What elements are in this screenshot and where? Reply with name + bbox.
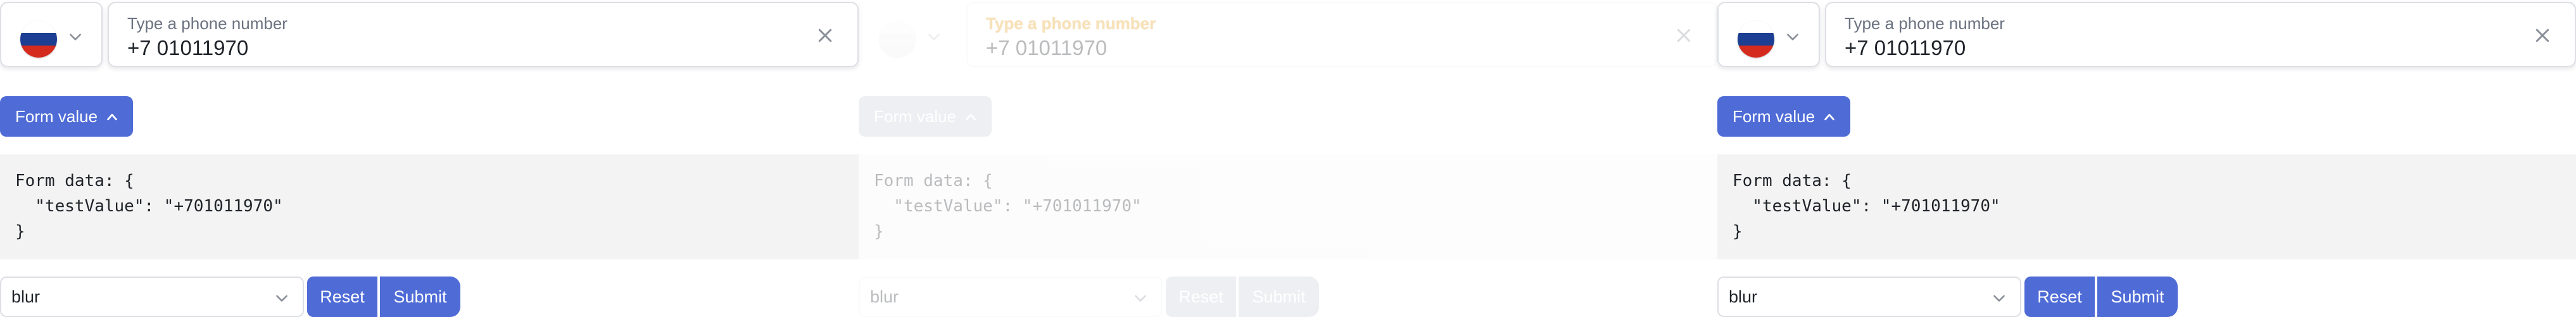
update-mode-select[interactable]: blur: [0, 277, 304, 317]
form-value-label: Form value: [874, 106, 957, 126]
form-value-toggle-button[interactable]: Form value: [859, 96, 992, 137]
code-line: }: [15, 222, 25, 241]
code-line: "testValue": "+701011970": [1733, 197, 2000, 216]
phone-form-panel-1: Type a phone number Form value Form data…: [0, 0, 859, 317]
close-icon[interactable]: [1674, 26, 1693, 45]
russia-flag-icon: [1738, 21, 1774, 58]
code-line: }: [874, 222, 884, 241]
chevron-up-icon: [1824, 113, 1834, 121]
phone-label: Type a phone number: [986, 14, 1156, 33]
form-data-code-block: Form data: { "testValue": "+701011970" }: [1717, 154, 2576, 259]
form-value-toggle-button[interactable]: Form value: [1717, 96, 1850, 137]
form-value-label: Form value: [15, 106, 98, 126]
submit-button[interactable]: Submit: [2097, 277, 2178, 317]
chevron-down-icon: [70, 34, 81, 40]
phone-field[interactable]: Type a phone number: [1825, 2, 2576, 67]
chevron-up-icon: [107, 113, 117, 121]
code-line: Form data: {: [1733, 171, 1852, 190]
phone-input[interactable]: [986, 36, 1556, 60]
phone-label: Type a phone number: [127, 14, 287, 33]
submit-button[interactable]: Submit: [380, 277, 460, 317]
reset-button[interactable]: Reset: [1166, 277, 1236, 317]
phone-field[interactable]: Type a phone number: [966, 2, 1717, 67]
reset-button[interactable]: Reset: [2024, 277, 2095, 317]
update-mode-select[interactable]: blur: [859, 277, 1163, 317]
russia-flag-icon: [20, 21, 57, 58]
chevron-down-icon: [276, 295, 287, 302]
code-line: "testValue": "+701011970": [15, 197, 283, 216]
country-select-button[interactable]: [859, 2, 961, 67]
phone-form-panel-3: Type a phone number Form value Form data…: [1717, 0, 2576, 317]
form-data-code-block: Form data: { "testValue": "+701011970" }: [859, 154, 1717, 259]
select-value: blur: [1729, 287, 1758, 306]
form-value-toggle-button[interactable]: Form value: [0, 96, 133, 137]
form-data-code-block: Form data: { "testValue": "+701011970" }: [0, 154, 859, 259]
chevron-down-icon: [928, 34, 940, 40]
chevron-down-icon: [1993, 295, 2005, 302]
form-value-label: Form value: [1733, 106, 1815, 126]
submit-button[interactable]: Submit: [1239, 277, 1319, 317]
select-value: blur: [870, 287, 899, 306]
phone-form-panel-2: Type a phone number Form value Form data…: [859, 0, 1717, 317]
update-mode-select[interactable]: blur: [1717, 277, 2021, 317]
code-line: "testValue": "+701011970": [874, 197, 1142, 216]
code-line: }: [1733, 222, 1743, 241]
code-line: Form data: {: [15, 171, 134, 190]
country-select-button[interactable]: [0, 2, 103, 67]
phone-label: Type a phone number: [1845, 14, 2005, 33]
select-value: blur: [11, 287, 41, 306]
code-line: Form data: {: [874, 171, 993, 190]
close-icon[interactable]: [816, 26, 835, 45]
reset-button[interactable]: Reset: [307, 277, 377, 317]
chevron-down-icon: [1135, 295, 1146, 302]
chevron-up-icon: [966, 113, 976, 121]
phone-input[interactable]: [1845, 36, 2415, 60]
phone-input[interactable]: [127, 36, 697, 60]
country-select-button[interactable]: [1717, 2, 1820, 67]
chevron-down-icon: [1787, 34, 1798, 40]
close-icon[interactable]: [2533, 26, 2552, 45]
russia-flag-icon: [879, 21, 916, 58]
phone-field[interactable]: Type a phone number: [108, 2, 859, 67]
